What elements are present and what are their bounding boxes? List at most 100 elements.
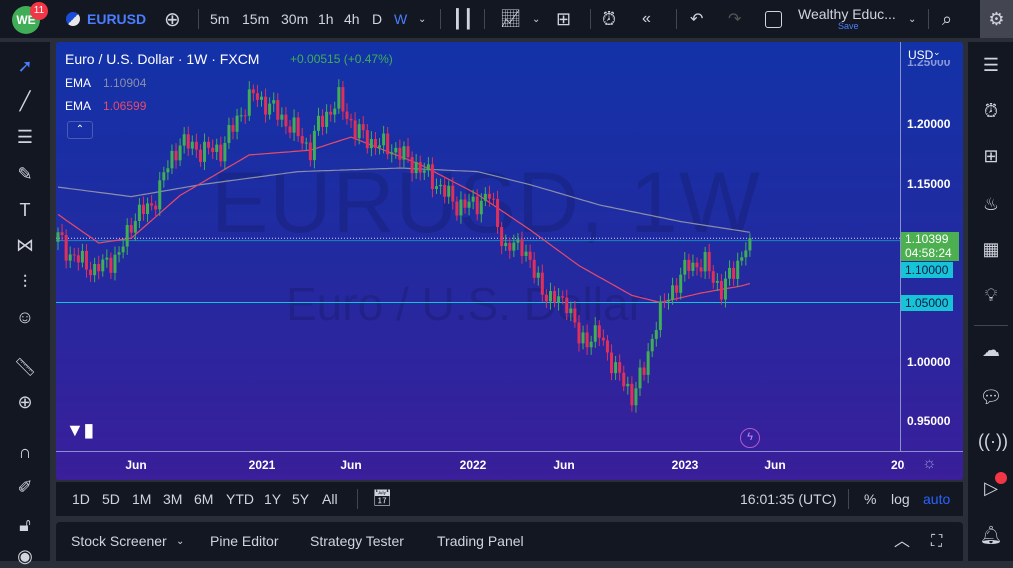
undo-icon[interactable]: ↶ xyxy=(690,0,703,38)
candle-body xyxy=(284,114,288,127)
watchlist-icon[interactable]: ☰ xyxy=(978,52,1004,78)
gear-icon[interactable]: ⚙ xyxy=(980,0,1013,38)
interval-15m[interactable]: 15m xyxy=(242,0,269,38)
eye-icon[interactable]: ◉ xyxy=(13,544,37,568)
chevron-down-icon[interactable]: ⌄ xyxy=(532,0,540,38)
candle-body xyxy=(150,203,154,206)
add-symbol-icon[interactable]: ⊕ xyxy=(164,0,181,38)
chevron-down-icon[interactable]: ⌄ xyxy=(418,0,426,38)
candle-body xyxy=(166,168,170,173)
emoji-icon[interactable]: ☺ xyxy=(13,305,37,329)
candle-body xyxy=(577,322,581,344)
candle-body xyxy=(630,383,634,406)
pattern-icon[interactable]: ⋈ xyxy=(13,233,37,257)
bell-icon[interactable]: 🔔︎ xyxy=(978,522,1004,548)
candle-body xyxy=(736,260,740,279)
price-plot xyxy=(56,79,900,413)
alarm-clock-icon[interactable]: ⏰︎ xyxy=(978,98,1004,124)
ema1-label[interactable]: EMA xyxy=(65,76,91,90)
streams-icon[interactable]: ((·)) xyxy=(978,428,1008,454)
range-all[interactable]: All xyxy=(322,482,338,516)
replay-icon[interactable]: « xyxy=(642,0,651,38)
templates-icon[interactable]: ⊞ xyxy=(556,0,571,38)
calendar-icon[interactable]: ▦ xyxy=(978,236,1004,262)
ema1-value: 1.10904 xyxy=(103,76,147,90)
tab-pine-editor[interactable]: Pine Editor xyxy=(210,522,278,561)
candle-body xyxy=(255,93,259,100)
candle-body xyxy=(471,196,475,202)
collapse-legend-button[interactable]: ⌃ xyxy=(67,121,93,139)
candle-body xyxy=(610,352,614,374)
chart-settings-icon[interactable]: ☼ xyxy=(922,455,937,473)
add-list-icon[interactable]: ⊞ xyxy=(978,143,1004,169)
candle-body xyxy=(406,146,410,158)
chevron-down-icon[interactable]: ⌄ xyxy=(908,0,916,38)
range-5y[interactable]: 5Y xyxy=(292,482,309,516)
bottom-toolbar: 1D 5D 1M 3M 6M YTD 1Y 5Y All 📅︎ 16:01:35… xyxy=(56,482,963,516)
candle-body xyxy=(683,259,687,275)
chevron-down-icon[interactable]: ⌄ xyxy=(176,522,184,561)
range-6m[interactable]: 6M xyxy=(194,482,213,516)
trend-line-icon[interactable]: ╱ xyxy=(13,89,37,113)
chat-icon[interactable]: 💬︎ xyxy=(978,384,1004,410)
lightning-icon[interactable]: ϟ xyxy=(740,428,760,448)
range-ytd[interactable]: YTD xyxy=(226,482,254,516)
ema2-label[interactable]: EMA xyxy=(65,99,91,113)
search-icon[interactable]: ⌕ xyxy=(942,0,952,38)
tab-trading-panel[interactable]: Trading Panel xyxy=(437,522,524,561)
indicators-icon[interactable]: 📈︎ xyxy=(500,0,522,38)
range-5d[interactable]: 5D xyxy=(102,482,120,516)
chat-cloud-icon[interactable]: ☁ xyxy=(978,337,1004,363)
tab-stock-screener[interactable]: Stock Screener xyxy=(71,522,167,561)
text-icon[interactable]: T xyxy=(13,198,37,222)
symbol-search-button[interactable]: EURUSD xyxy=(87,0,146,38)
tab-strategy-tester[interactable]: Strategy Tester xyxy=(310,522,404,561)
maximize-icon[interactable]: ⛶ xyxy=(931,522,942,561)
interval-5m[interactable]: 5m xyxy=(210,0,229,38)
range-1m[interactable]: 1M xyxy=(132,482,151,516)
expand-panel-icon[interactable]: ︿ xyxy=(894,522,910,561)
top-toolbar: WE 11 EURUSD ⊕ 5m 15m 30m 1h 4h D W ⌄ ┃┃… xyxy=(0,0,1013,38)
range-3m[interactable]: 3M xyxy=(163,482,182,516)
auto-toggle[interactable]: auto xyxy=(923,482,950,516)
log-toggle[interactable]: log xyxy=(891,482,910,516)
lock-icon[interactable]: 🔓︎ xyxy=(13,513,37,537)
candle-body xyxy=(378,145,382,148)
save-label[interactable]: Save xyxy=(838,21,859,31)
lock-drawing-icon[interactable]: ✐ xyxy=(13,475,37,499)
interval-30m[interactable]: 30m xyxy=(281,0,308,38)
layout-checkbox[interactable] xyxy=(765,11,782,28)
fib-icon[interactable]: ☰ xyxy=(13,125,37,149)
alert-icon[interactable]: ⏰︎ xyxy=(602,0,616,38)
redo-icon[interactable]: ↷ xyxy=(728,0,741,38)
forecast-icon[interactable]: ⫶ xyxy=(13,270,37,294)
interval-w[interactable]: W xyxy=(394,0,407,38)
candles-icon[interactable]: ┃┃ xyxy=(452,0,474,38)
range-1d[interactable]: 1D xyxy=(72,482,90,516)
interval-d[interactable]: D xyxy=(372,0,382,38)
cursor-icon[interactable]: ➚ xyxy=(13,54,37,78)
candle-body xyxy=(398,147,402,160)
goto-date-icon[interactable]: 📅︎ xyxy=(372,482,392,516)
interval-4h[interactable]: 4h xyxy=(344,0,360,38)
chevron-down-icon[interactable]: ⌄ xyxy=(933,47,941,58)
ruler-icon[interactable]: 📏︎ xyxy=(13,355,37,379)
range-1y[interactable]: 1Y xyxy=(264,482,281,516)
candle-body xyxy=(312,130,316,161)
ideas-icon[interactable]: 💡︎ xyxy=(978,282,1004,308)
clock[interactable]: 16:01:35 (UTC) xyxy=(740,482,836,516)
interval-1h[interactable]: 1h xyxy=(318,0,334,38)
price-tick: 1.25000 xyxy=(907,60,951,68)
candle-body xyxy=(402,146,406,160)
zoom-icon[interactable]: ⊕ xyxy=(13,390,37,414)
chart-pane[interactable]: EURUSD, 1W Euro / U.S. Dollar Euro / U.S… xyxy=(56,42,963,480)
percent-toggle[interactable]: % xyxy=(864,482,876,516)
layout-name[interactable]: Wealthy Educ... xyxy=(798,6,896,22)
brush-icon[interactable]: ✎ xyxy=(13,162,37,186)
time-axis[interactable] xyxy=(56,451,963,480)
hotlist-icon[interactable]: ♨ xyxy=(978,191,1004,217)
candle-body xyxy=(137,204,141,221)
candle-body xyxy=(300,136,304,144)
magnet-icon[interactable]: ∩ xyxy=(13,440,37,464)
candle-body xyxy=(121,246,125,253)
